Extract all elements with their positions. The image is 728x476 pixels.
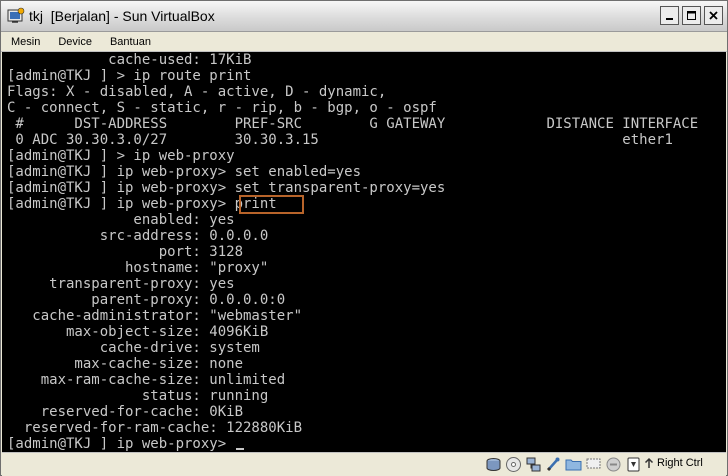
terminal-line: hostname: "proxy" bbox=[7, 260, 269, 276]
window-title: tkj [Berjalan] - Sun VirtualBox bbox=[29, 8, 215, 24]
minimize-button[interactable] bbox=[660, 6, 679, 25]
terminal-line: [admin@TKJ ] ip web-proxy> set transpare… bbox=[7, 180, 446, 196]
virtualbox-window: tkj [Berjalan] - Sun VirtualBox Mesin De… bbox=[0, 0, 728, 476]
cd-dvd-icon[interactable] bbox=[505, 456, 522, 473]
host-key-label: Right Ctrl bbox=[657, 457, 703, 469]
terminal-line: status: running bbox=[7, 388, 269, 404]
virtualbox-app-icon bbox=[7, 7, 25, 23]
terminal-line: C - connect, S - static, r - rip, b - bg… bbox=[7, 100, 437, 116]
close-icon bbox=[709, 11, 718, 20]
terminal-line: [admin@TKJ ] > ip web-proxy bbox=[7, 148, 235, 164]
terminal-line: transparent-proxy: yes bbox=[7, 276, 235, 292]
maximize-button[interactable] bbox=[682, 6, 701, 25]
terminal-line: reserved-for-ram-cache: 122880KiB bbox=[7, 420, 303, 436]
virtualization-icon[interactable] bbox=[605, 456, 622, 473]
terminal-line: [admin@TKJ ] ip web-proxy> set enabled=y… bbox=[7, 164, 362, 180]
terminal-line: # DST-ADDRESS PREF-SRC G GATEWAY DISTANC… bbox=[7, 116, 699, 132]
title-bar[interactable]: tkj [Berjalan] - Sun VirtualBox bbox=[1, 1, 727, 32]
terminal-line: src-address: 0.0.0.0 bbox=[7, 228, 269, 244]
terminal-line: cache-administrator: "webmaster" bbox=[7, 308, 303, 324]
menu-bantuan[interactable]: Bantuan bbox=[100, 36, 159, 48]
shared-folder-icon[interactable] bbox=[565, 456, 582, 473]
network-icon[interactable] bbox=[525, 456, 542, 473]
terminal-line: cache-used: 17KiB bbox=[7, 52, 252, 68]
terminal-line: max-cache-size: none bbox=[7, 356, 244, 372]
print-command-highlight bbox=[239, 195, 304, 214]
display-icon[interactable] bbox=[585, 456, 602, 473]
status-bar: Right Ctrl bbox=[2, 452, 726, 476]
minimize-icon bbox=[666, 18, 673, 20]
terminal-prompt: [admin@TKJ ] ip web-proxy> bbox=[7, 436, 235, 452]
terminal-line: [admin@TKJ ] > ip route print bbox=[7, 68, 252, 84]
text-cursor bbox=[235, 448, 244, 450]
mouse-integration-icon[interactable] bbox=[625, 456, 642, 473]
menu-device[interactable]: Device bbox=[48, 36, 100, 48]
terminal-line: parent-proxy: 0.0.0.0:0 bbox=[7, 292, 286, 308]
usb-icon[interactable] bbox=[545, 456, 562, 473]
terminal-prompt-line[interactable]: [admin@TKJ ] ip web-proxy> bbox=[7, 436, 244, 452]
terminal-line: [admin@TKJ ] ip web-proxy> print bbox=[7, 196, 277, 212]
terminal-screen[interactable]: cache-used: 17KiB [admin@TKJ ] > ip rout… bbox=[2, 52, 726, 452]
terminal-line: reserved-for-cache: 0KiB bbox=[7, 404, 244, 420]
keyboard-arrow-icon bbox=[644, 457, 654, 468]
terminal-line: cache-drive: system bbox=[7, 340, 260, 356]
terminal-line: enabled: yes bbox=[7, 212, 235, 228]
terminal-line: max-object-size: 4096KiB bbox=[7, 324, 269, 340]
menu-mesin[interactable]: Mesin bbox=[1, 36, 48, 48]
terminal-line: max-ram-cache-size: unlimited bbox=[7, 372, 286, 388]
terminal-line: Flags: X - disabled, A - active, D - dyn… bbox=[7, 84, 387, 100]
host-key-indicator: Right Ctrl bbox=[644, 457, 703, 469]
terminal-line: port: 3128 bbox=[7, 244, 244, 260]
maximize-icon bbox=[687, 11, 696, 20]
menu-bar: Mesin Device Bantuan bbox=[1, 32, 727, 52]
hard-disk-icon[interactable] bbox=[485, 456, 502, 473]
terminal-line: 0 ADC 30.30.3.0/27 30.30.3.15 ether1 bbox=[7, 132, 673, 148]
close-button[interactable] bbox=[704, 6, 723, 25]
